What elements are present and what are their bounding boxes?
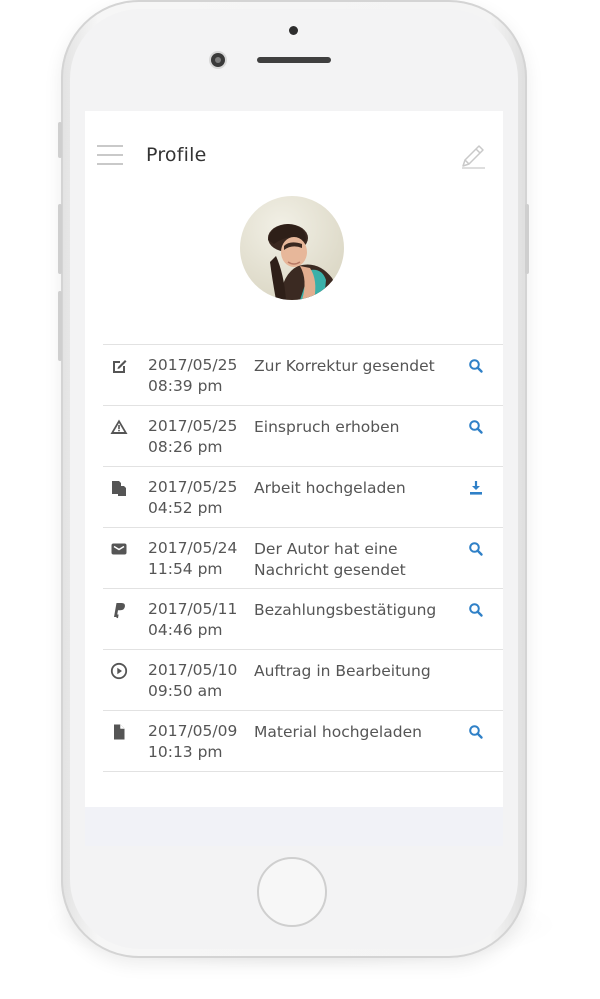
front-camera [211,53,225,67]
activity-description: Material hochgeladen [254,723,422,741]
home-button[interactable] [257,857,327,927]
activity-description: Arbeit hochgeladen [254,479,406,497]
pencil-icon[interactable] [459,142,487,170]
file-icon [110,723,128,741]
activity-row: 2017/05/24 11:54 pm Der Autor hat eine Nac… [103,528,503,589]
activity-description: Bezahlungsbestätigung [254,601,437,619]
activity-time: 10:13 pm [148,743,223,761]
warning-icon [110,418,128,436]
activity-time: 04:52 pm [148,499,223,517]
activity-row: 2017/05/25 08:26 pm Einspruch erhoben [103,406,503,467]
page-title: Profile [146,144,207,166]
activity-date: 2017/05/25 [148,356,238,374]
edit-square-icon [110,357,128,375]
earpiece-speaker [257,57,331,63]
copy-files-icon [110,479,128,497]
activity-time: 11:54 pm [148,560,223,578]
activity-time: 09:50 am [148,682,223,700]
activity-description: Einspruch erhoben [254,418,400,436]
activity-description: Zur Korrektur gesendet [254,357,435,375]
activity-row: 2017/05/10 09:50 am Auftrag in Bearbeitung [103,650,503,711]
activity-row: 2017/05/11 04:46 pm Bezahlungsbestätigung [103,589,503,650]
magnifier-icon[interactable] [467,723,485,741]
play-circle-icon [110,662,128,680]
volume-up-button [58,204,62,274]
download-icon[interactable] [467,479,485,497]
activity-date: 2017/05/25 [148,478,238,496]
activity-description: Der Autor hat eine Nachricht gesendet [254,540,406,579]
activity-list: 2017/05/25 08:39 pm Zur Korrektur gesendet… [103,344,503,772]
activity-row: 2017/05/25 08:39 pm Zur Korrektur gesendet [103,345,503,406]
proximity-sensor [289,26,298,35]
paypal-icon [110,601,128,619]
profile-card: Profile 2017/05/25 08:39 pm Zur Korrektu… [85,111,503,807]
activity-date: 2017/05/24 [148,539,238,557]
magnifier-icon[interactable] [467,540,485,558]
mute-switch [58,122,62,158]
magnifier-icon[interactable] [467,601,485,619]
activity-date: 2017/05/10 [148,661,238,679]
activity-date: 2017/05/11 [148,600,238,618]
avatar[interactable] [240,196,344,300]
volume-down-button [58,291,62,361]
activity-row: 2017/05/25 04:52 pm Arbeit hochgeladen [103,467,503,528]
phone-screen: Profile 2017/05/25 08:39 pm Zur Korrektu… [85,111,503,846]
activity-row: 2017/05/09 10:13 pm Material hochgeladen [103,711,503,772]
envelope-icon [110,540,128,558]
activity-date: 2017/05/25 [148,417,238,435]
activity-time: 08:26 pm [148,438,223,456]
hamburger-menu-icon[interactable] [97,145,123,165]
activity-time: 08:39 pm [148,377,223,395]
activity-time: 04:46 pm [148,621,223,639]
activity-description: Auftrag in Bearbeitung [254,662,431,680]
activity-date: 2017/05/09 [148,722,238,740]
magnifier-icon[interactable] [467,357,485,375]
power-button [525,204,529,274]
magnifier-icon[interactable] [467,418,485,436]
app-header: Profile [85,111,503,201]
